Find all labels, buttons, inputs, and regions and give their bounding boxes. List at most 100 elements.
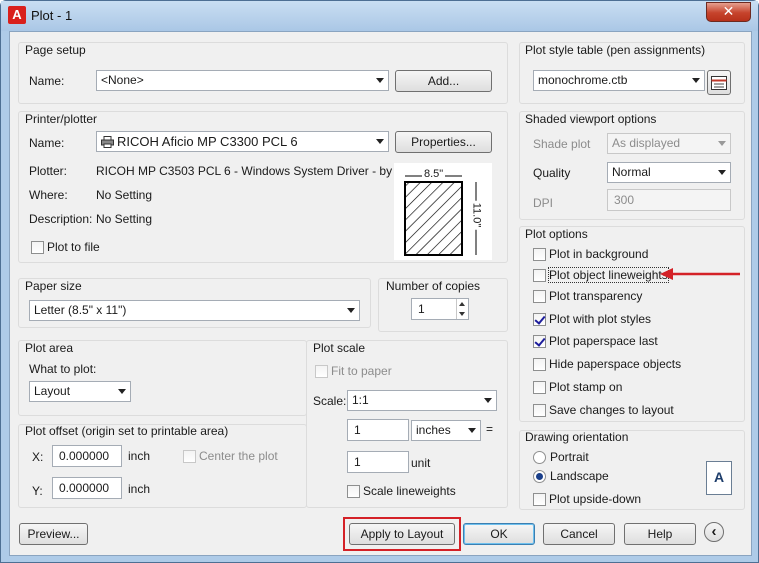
add-page-setup-button[interactable]: Add... <box>395 70 492 92</box>
checkbox-box <box>31 241 44 254</box>
plot-upside-down-label: Plot upside-down <box>549 492 642 506</box>
dpi-input[interactable]: 300 <box>607 189 731 211</box>
plot-option-label: Plot stamp on <box>549 380 623 394</box>
printer-name-value: RICOH Aficio MP C3300 PCL 6 <box>117 134 298 149</box>
scale-unit-dropdown[interactable]: inches <box>411 420 481 441</box>
printer-icon <box>101 136 114 148</box>
what-to-plot-label: What to plot: <box>29 362 97 376</box>
spinner-up-icon[interactable] <box>457 299 468 309</box>
hide-paperspace-objects-checkbox[interactable]: Hide paperspace objects <box>533 357 681 373</box>
printer-name-dropdown[interactable]: RICOH Aficio MP C3300 PCL 6 <box>96 131 389 152</box>
plot-to-file-checkbox[interactable]: Plot to file <box>31 240 100 256</box>
printer-properties-button[interactable]: Properties... <box>395 131 492 153</box>
plot-option-label: Plot with plot styles <box>549 312 652 326</box>
description-value: No Setting <box>96 212 153 226</box>
page-setup-name-value: <None> <box>101 73 144 87</box>
apply-to-layout-button[interactable]: Apply to Layout <box>349 523 455 545</box>
preview-button[interactable]: Preview... <box>19 523 88 545</box>
plot-style-table-title: Plot style table (pen assignments) <box>525 43 706 57</box>
fit-to-paper-checkbox[interactable]: Fit to paper <box>315 364 392 380</box>
chevron-down-icon <box>376 139 384 144</box>
plot-option-label: Hide paperspace objects <box>549 357 682 371</box>
plot-style-dropdown[interactable]: monochrome.ctb <box>533 70 705 91</box>
where-value: No Setting <box>96 188 153 202</box>
plot-style-value: monochrome.ctb <box>538 73 628 87</box>
chevron-down-icon <box>347 308 355 313</box>
plot-in-background-checkbox[interactable]: Plot in background <box>533 247 648 263</box>
plot-to-file-label: Plot to file <box>47 240 100 254</box>
cancel-button[interactable]: Cancel <box>543 523 615 545</box>
offset-x-label: X: <box>32 450 44 464</box>
chevron-down-icon <box>484 398 492 403</box>
chevron-down-icon <box>376 78 384 83</box>
scale-value2-input[interactable]: 1 <box>347 451 409 473</box>
scale-value: 1:1 <box>352 393 369 407</box>
plot-upside-down-checkbox[interactable]: Plot upside-down <box>533 492 641 508</box>
edit-plot-style-button[interactable] <box>707 70 731 95</box>
quality-dropdown[interactable]: Normal <box>607 162 731 183</box>
paper-size-title: Paper size <box>25 279 82 293</box>
scale-lineweights-checkbox[interactable]: Scale lineweights <box>347 484 456 500</box>
landscape-radio[interactable]: Landscape <box>533 469 609 485</box>
offset-x-unit: inch <box>128 449 151 463</box>
quality-value: Normal <box>612 165 651 179</box>
chevron-down-icon <box>692 78 700 83</box>
printer-name-label: Name: <box>29 136 65 150</box>
plot-paperspace-last-checkbox[interactable]: Plot paperspace last <box>533 334 658 350</box>
shade-plot-dropdown[interactable]: As displayed <box>607 133 731 154</box>
collapse-options-button[interactable]: ‹ <box>704 522 724 542</box>
annotation-arrow-icon <box>660 268 740 280</box>
ok-button[interactable]: OK <box>463 523 535 545</box>
checkbox-box <box>533 269 546 282</box>
center-plot-checkbox[interactable]: Center the plot <box>183 449 278 465</box>
offset-y-label: Y: <box>32 484 43 498</box>
fit-to-paper-label: Fit to paper <box>331 364 392 378</box>
what-to-plot-value: Layout <box>34 384 71 398</box>
plot-scale-title: Plot scale <box>313 341 366 355</box>
plot-option-label: Plot transparency <box>549 289 643 303</box>
plot-options-title: Plot options <box>525 227 588 241</box>
autocad-logo-icon: A <box>8 6 26 24</box>
plot-transparency-checkbox[interactable]: Plot transparency <box>533 289 642 305</box>
portrait-radio[interactable]: Portrait <box>533 450 589 466</box>
scale-value1-input[interactable]: 1 <box>347 419 409 441</box>
copies-spinner[interactable] <box>456 299 468 319</box>
drawing-orientation-title: Drawing orientation <box>525 430 629 444</box>
checkbox-box <box>533 290 546 303</box>
shaded-viewport-title: Shaded viewport options <box>525 112 657 126</box>
plot-with-plot-styles-checkbox[interactable]: Plot with plot styles <box>533 312 651 328</box>
offset-y-input[interactable]: 0.000000 <box>52 477 122 499</box>
plot-option-label: Save changes to layout <box>549 403 674 417</box>
chevron-down-icon <box>468 428 476 433</box>
close-button[interactable]: ✕ <box>706 2 751 22</box>
plot-area-title: Plot area <box>25 341 74 355</box>
what-to-plot-dropdown[interactable]: Layout <box>29 381 131 402</box>
shade-plot-label: Shade plot <box>533 137 591 151</box>
plot-stamp-on-checkbox[interactable]: Plot stamp on <box>533 380 622 396</box>
scale-dropdown[interactable]: 1:1 <box>347 390 497 411</box>
checkbox-box <box>533 381 546 394</box>
checkbox-box <box>533 493 546 506</box>
paper-size-dropdown[interactable]: Letter (8.5" x 11") <box>29 300 360 321</box>
radio-dot <box>533 470 546 483</box>
scale-unit-value: inches <box>416 423 451 437</box>
plot-option-label: Plot paperspace last <box>549 334 658 348</box>
checkbox-box <box>533 404 546 417</box>
dpi-label: DPI <box>533 196 554 210</box>
shade-plot-value: As displayed <box>612 136 681 150</box>
page-setup-title: Page setup <box>25 43 86 57</box>
plot-object-lineweights-checkbox[interactable]: Plot object lineweights <box>533 267 669 284</box>
offset-x-input[interactable]: 0.000000 <box>52 445 122 467</box>
plotter-label: Plotter: <box>29 164 68 178</box>
save-changes-to-layout-checkbox[interactable]: Save changes to layout <box>533 403 674 419</box>
checkbox-box <box>533 313 546 326</box>
plot-option-label: Plot object lineweights <box>548 267 669 283</box>
checkbox-box <box>533 248 546 261</box>
scale-label: Scale: <box>313 394 347 408</box>
chevron-down-icon <box>718 141 726 146</box>
help-button[interactable]: Help <box>624 523 696 545</box>
page-setup-name-dropdown[interactable]: <None> <box>96 70 389 91</box>
spinner-down-icon[interactable] <box>457 309 468 319</box>
title-bar[interactable]: A Plot - 1 ✕ <box>1 1 758 31</box>
plot-option-label: Plot in background <box>549 247 649 261</box>
